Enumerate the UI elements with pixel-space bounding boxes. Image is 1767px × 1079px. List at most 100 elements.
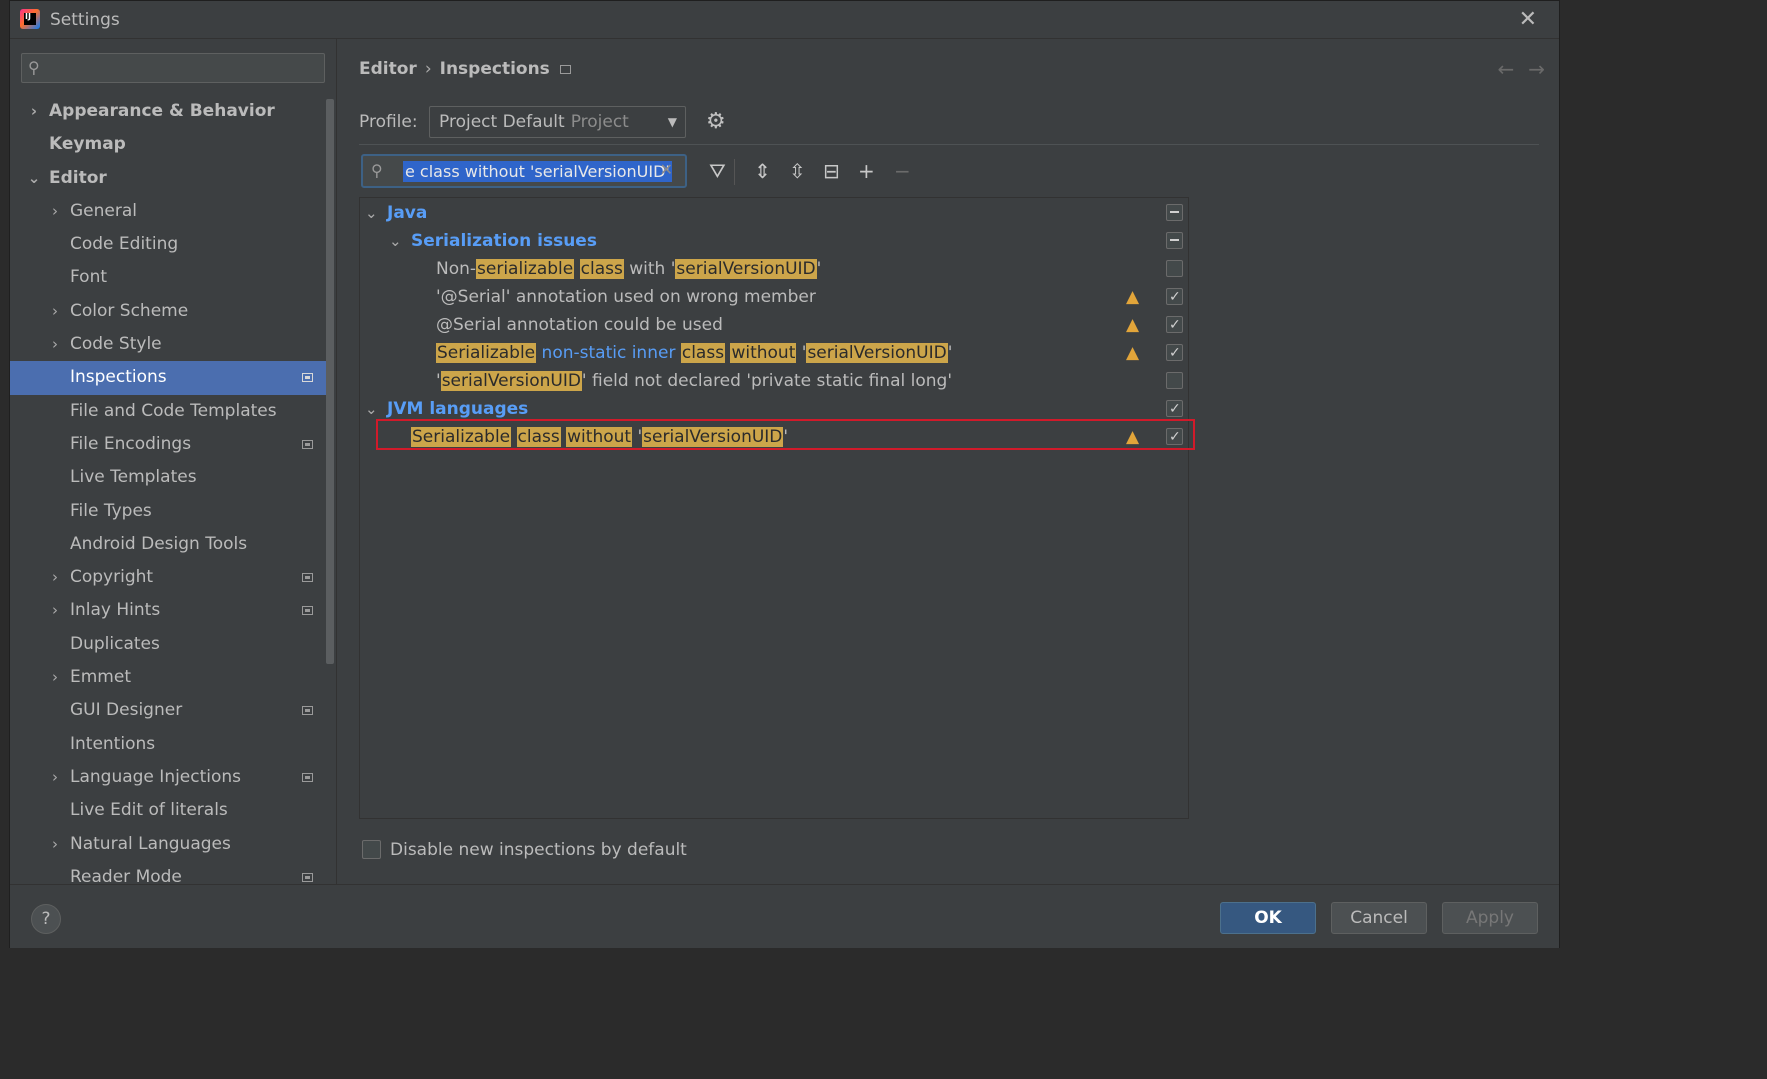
sidebar-item-color-scheme[interactable]: › Color Scheme: [10, 295, 326, 328]
sidebar-item-language-injections[interactable]: › Language Injections: [10, 761, 326, 794]
warning-icon: ▲: [1126, 343, 1140, 363]
sidebar-item-inlay-hints[interactable]: › Inlay Hints: [10, 594, 326, 627]
sidebar-item-inspections[interactable]: Inspections: [10, 361, 326, 395]
navigation-arrows: ← →: [1483, 57, 1545, 81]
search-match: class: [579, 259, 624, 279]
sidebar-item-general[interactable]: › General: [10, 195, 326, 228]
sidebar-item-keymap[interactable]: Keymap: [10, 128, 326, 161]
sidebar-item-natural-languages[interactable]: › Natural Languages: [10, 828, 326, 861]
inspection-row[interactable]: '@Serial' annotation used on wrong membe…: [360, 283, 1188, 311]
sidebar-item-copyright[interactable]: › Copyright: [10, 561, 326, 594]
inspection-checkbox[interactable]: [1166, 260, 1183, 277]
inspection-filter-input[interactable]: ⚲ e class without 'serialVersionUID' ✕: [361, 154, 687, 188]
chevron-down-icon: ⌄: [389, 232, 402, 250]
inspection-checkbox[interactable]: [1166, 311, 1183, 339]
chevron-right-icon[interactable]: ›: [48, 594, 62, 627]
reset-to-default-icon[interactable]: ⊟: [823, 159, 840, 183]
apply-button[interactable]: Apply: [1442, 902, 1538, 934]
sidebar-item-gui-designer[interactable]: GUI Designer: [10, 694, 326, 727]
sidebar-item-file-encodings[interactable]: File Encodings: [10, 428, 326, 461]
chevron-right-icon[interactable]: ›: [48, 761, 62, 794]
inspection-row[interactable]: Non-serializable class with 'serialVersi…: [360, 255, 1188, 283]
close-icon[interactable]: ✕: [1519, 7, 1537, 32]
label-text: [511, 427, 516, 447]
sidebar-item-android-design-tools[interactable]: Android Design Tools: [10, 528, 326, 561]
sidebar-item-font[interactable]: Font: [10, 261, 326, 294]
tree-group-java[interactable]: ⌄ Java: [360, 199, 1188, 227]
project-scope-icon: [302, 772, 313, 782]
chevron-right-icon[interactable]: ›: [48, 828, 62, 861]
chevron-right-icon[interactable]: ›: [48, 561, 62, 594]
group-checkbox[interactable]: [1166, 232, 1183, 249]
chevron-right-icon[interactable]: ›: [27, 95, 41, 128]
tree-group-jvm-languages[interactable]: ⌄ JVM languages: [360, 395, 1188, 423]
inspection-label: @Serial annotation could be used: [436, 311, 723, 339]
chevron-right-icon[interactable]: ›: [48, 195, 62, 228]
chevron-right-icon[interactable]: ›: [48, 661, 62, 694]
tree-group-serialization[interactable]: ⌄ Serialization issues: [360, 227, 1188, 255]
inspection-row[interactable]: Serializable non-static inner class with…: [360, 339, 1188, 367]
warning-icon: ▲: [1126, 287, 1140, 307]
sidebar-item-file-and-code-templates[interactable]: File and Code Templates: [10, 395, 326, 428]
expand-all-icon[interactable]: ⇕: [754, 159, 771, 183]
remove-icon[interactable]: −: [894, 159, 911, 183]
inspection-row[interactable]: Serializable class without 'serialVersio…: [360, 423, 1188, 451]
sidebar-item-live-templates[interactable]: Live Templates: [10, 461, 326, 494]
label-text: with ': [623, 259, 676, 279]
cancel-button[interactable]: Cancel: [1331, 902, 1427, 934]
inspection-checkbox[interactable]: [1166, 372, 1183, 389]
group-checkbox[interactable]: [1166, 395, 1183, 423]
project-scope-icon: [302, 872, 313, 882]
forward-arrow-icon[interactable]: →: [1528, 57, 1545, 81]
chevron-down-icon[interactable]: ⌄: [27, 162, 41, 195]
search-match: class: [516, 427, 561, 447]
help-button[interactable]: ?: [31, 904, 61, 934]
label-text: ': [796, 343, 807, 363]
search-match: without: [730, 343, 797, 363]
chevron-right-icon[interactable]: ›: [48, 295, 62, 328]
gear-icon[interactable]: ⚙: [706, 109, 726, 134]
back-arrow-icon[interactable]: ←: [1497, 57, 1514, 81]
inspection-row[interactable]: 'serialVersionUID' field not declared 'p…: [360, 367, 1188, 395]
inspection-checkbox[interactable]: [1166, 423, 1183, 451]
clear-icon[interactable]: ✕: [660, 160, 673, 179]
sidebar-item-editor[interactable]: ⌄ Editor: [10, 162, 326, 195]
search-match: serialVersionUID: [440, 371, 582, 391]
sidebar-item-file-types[interactable]: File Types: [10, 495, 326, 528]
sidebar-item-live-edit-of-literals[interactable]: Live Edit of literals: [10, 794, 326, 827]
settings-dialog: Settings ✕ ⚲ › Appearance & Behavior Keyma…: [9, 0, 1560, 948]
inspection-checkbox[interactable]: [1166, 283, 1183, 311]
sidebar-item-label: Appearance & Behavior: [49, 101, 275, 121]
inspection-tree: ⌄ Java ⌄ Serialization issues Non-serial…: [359, 197, 1195, 819]
group-checkbox[interactable]: [1166, 204, 1183, 221]
sidebar-item-emmet[interactable]: › Emmet: [10, 661, 326, 694]
chevron-right-icon[interactable]: ›: [48, 328, 62, 361]
toolbar-divider: [734, 159, 735, 185]
collapse-all-icon[interactable]: ⇳: [789, 159, 806, 183]
search-icon: ⚲: [28, 58, 40, 77]
breadcrumb-separator-icon: ›: [424, 59, 432, 79]
filter-icon[interactable]: ⛛: [709, 159, 726, 183]
ok-button[interactable]: OK: [1220, 902, 1316, 934]
inspection-checkbox[interactable]: [1166, 339, 1183, 367]
inspection-row[interactable]: @Serial annotation could be used ▲: [360, 311, 1188, 339]
settings-search-input[interactable]: ⚲: [21, 53, 325, 83]
profile-label: Profile:: [359, 112, 418, 132]
disable-new-inspections-checkbox[interactable]: [362, 840, 381, 859]
sidebar-item-appearance-behavior[interactable]: › Appearance & Behavior: [10, 95, 326, 128]
sidebar-item-label: Inlay Hints: [70, 600, 161, 621]
profile-dropdown[interactable]: Project Default Project ▼: [429, 106, 686, 138]
breadcrumb-parent[interactable]: Editor: [359, 59, 417, 79]
sidebar-item-code-editing[interactable]: Code Editing: [10, 228, 326, 261]
sidebar-item-label: Duplicates: [70, 633, 160, 654]
editor-gutter-backdrop: [0, 0, 9, 957]
sidebar-item-intentions[interactable]: Intentions: [10, 728, 326, 761]
search-match: serialVersionUID: [675, 259, 817, 279]
add-icon[interactable]: +: [858, 159, 875, 183]
sidebar-item-label: GUI Designer: [70, 700, 183, 721]
sidebar-scrollbar[interactable]: [326, 99, 334, 664]
sidebar-item-duplicates[interactable]: Duplicates: [10, 628, 326, 661]
group-label: Serialization issues: [411, 231, 597, 251]
sidebar-item-label: File and Code Templates: [70, 400, 277, 421]
sidebar-item-code-style[interactable]: › Code Style: [10, 328, 326, 361]
